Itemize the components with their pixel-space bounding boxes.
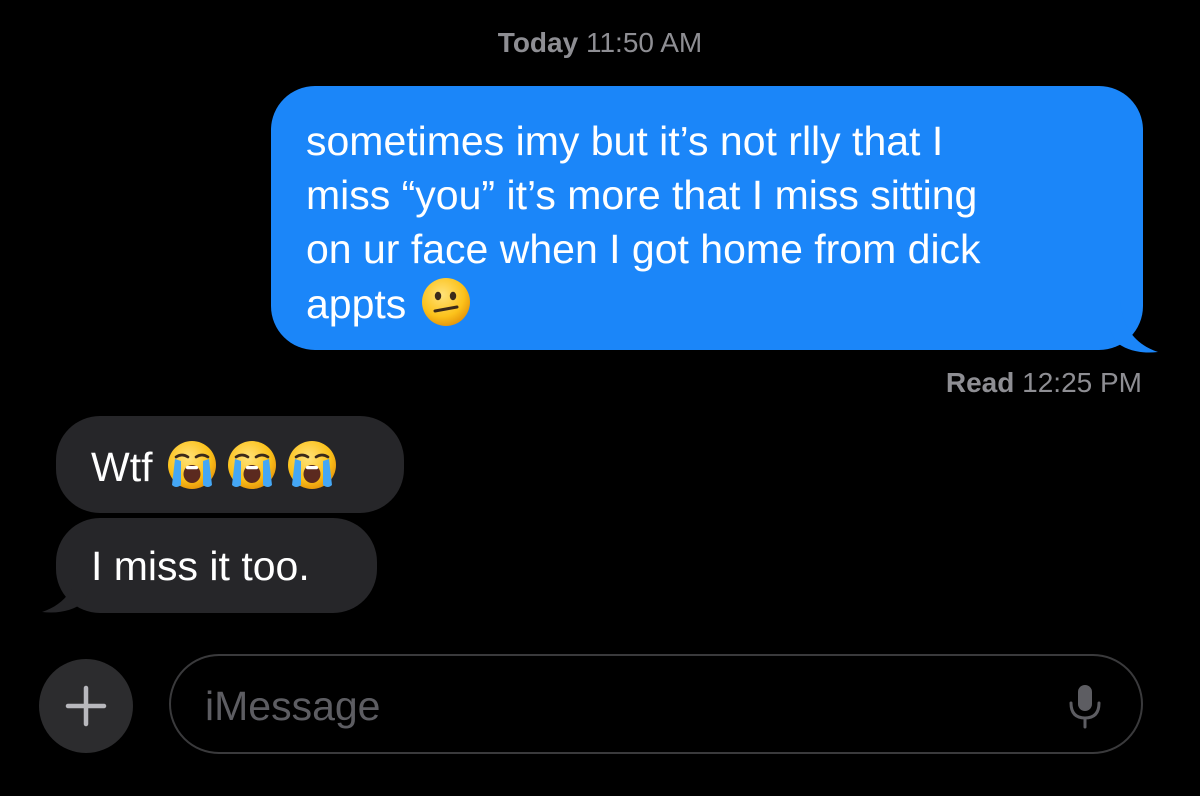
sent-message-line-3: on ur face when I got home from dick <box>306 226 981 272</box>
received-message-text: I miss it too. <box>91 543 310 589</box>
sent-message-bubble[interactable]: sometimes imy but it’s not rlly that I m… <box>271 86 1143 350</box>
imessage-input[interactable]: iMessage <box>169 654 1143 754</box>
sent-message-line-2: miss “you” it’s more that I miss sitting <box>306 172 978 218</box>
timestamp-time: 11:50 AM <box>585 27 703 58</box>
imessage-input-placeholder: iMessage <box>205 683 381 729</box>
timestamp-day: Today <box>497 27 579 58</box>
sent-message-line-1: sometimes imy but it’s not rlly that I <box>306 118 944 164</box>
read-receipt: Read 12:25 PM <box>946 366 1142 400</box>
sent-message-line-4: appts <box>306 276 1109 331</box>
received-message-text: Wtf <box>91 444 153 490</box>
received-message-bubble[interactable]: I miss it too. <box>56 518 377 613</box>
read-receipt-time: 12:25 PM <box>1022 367 1142 398</box>
loudly-crying-face-emoji <box>288 441 337 489</box>
plus-icon <box>65 685 107 727</box>
microphone-icon[interactable] <box>1065 682 1105 730</box>
received-bubble-tail <box>42 560 90 613</box>
received-message-bubble[interactable]: Wtf <box>56 416 404 513</box>
sent-message-line-4-text: appts <box>306 281 407 327</box>
sent-bubble-tail <box>1110 300 1158 353</box>
loudly-crying-face-emoji <box>228 441 277 489</box>
loudly-crying-face-emoji <box>168 441 217 489</box>
add-attachment-button[interactable] <box>39 659 133 753</box>
conversation-timestamp: Today 11:50 AM <box>0 26 1200 60</box>
read-receipt-label: Read <box>945 367 1015 398</box>
confused-face-emoji <box>422 278 471 326</box>
